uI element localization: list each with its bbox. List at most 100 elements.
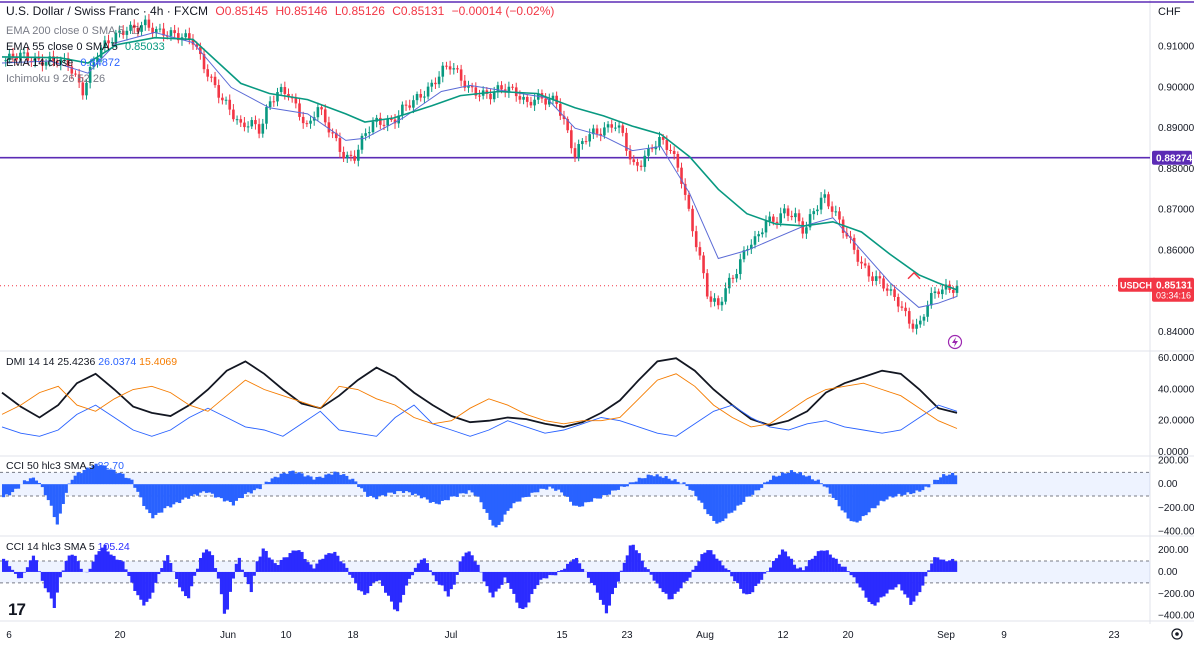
cci50-bar — [694, 484, 698, 497]
candle-body — [665, 139, 669, 150]
cci14-legend[interactable]: CCI 14 hlc3 SMA 5 105.24 — [6, 541, 130, 553]
candle-body — [867, 265, 871, 277]
cci50-bar — [801, 475, 805, 485]
cci14-bar — [861, 571, 865, 591]
cci14-bar — [864, 571, 868, 598]
cci14-bar — [792, 564, 797, 572]
candle-body — [636, 162, 639, 166]
cci14-bar — [19, 571, 24, 579]
candle-body — [889, 289, 893, 291]
cci50-bar — [551, 484, 555, 489]
time-axis-tick: 6 — [6, 630, 12, 641]
dmi-legend[interactable]: DMI 14 14 25.4236 26.0374 15.4069 — [6, 356, 177, 368]
cci14-bar — [181, 571, 185, 592]
cci14-bar — [354, 571, 358, 584]
candle-body — [316, 107, 320, 118]
legend-ema200[interactable]: EMA 200 close 0 SMA 5 👁̸ — [6, 24, 143, 38]
dmi-axis-tick: 60.0000 — [1158, 353, 1194, 364]
cci50-bar — [939, 477, 943, 485]
candle-body — [900, 306, 904, 308]
cci50-bar — [733, 484, 737, 511]
cci50-bar — [542, 484, 546, 489]
cci14-bar — [437, 571, 441, 585]
legend-ichimoku[interactable]: Ichimoku 9 26 52 26 — [6, 72, 109, 86]
cci14-bar — [288, 553, 292, 572]
cci14-bar — [619, 570, 623, 572]
cci50-bar — [270, 478, 274, 485]
eye-off-icon[interactable]: 👁̸ — [131, 25, 139, 37]
cci50-bar — [219, 484, 224, 499]
cci14-axis-tick: 200.00 — [1158, 545, 1189, 556]
cci50-bar — [16, 484, 21, 489]
cci14-bar — [801, 570, 805, 572]
candle-body — [614, 127, 617, 129]
cci14-bar — [276, 565, 280, 572]
candle-body — [812, 211, 816, 215]
legend-ema55[interactable]: EMA 55 close 0 SMA 5 0.85033 — [6, 40, 169, 54]
ema55-line — [1, 36, 958, 291]
cci50-bar — [610, 484, 614, 491]
cci14-bar — [339, 561, 343, 572]
cci50-bar — [264, 481, 268, 485]
currency-label[interactable]: CHF — [1158, 5, 1181, 19]
cci14-bar — [333, 551, 337, 572]
cci50-bar — [825, 484, 829, 488]
cci50-bar — [348, 479, 352, 485]
cci50-bar — [557, 484, 561, 490]
cci50-bar — [831, 484, 835, 498]
cci50-bar — [658, 476, 662, 485]
candle-body — [768, 216, 771, 222]
cci14-bar — [852, 571, 856, 578]
cci14-bar — [679, 571, 683, 589]
ohlc-close: C0.85131 — [392, 4, 445, 18]
candle-body — [305, 123, 309, 125]
cci50-bar — [428, 484, 432, 503]
cci50-bar — [282, 472, 286, 485]
candle-body — [268, 101, 272, 108]
cci14-bar — [312, 568, 316, 572]
legend-ema14[interactable]: EMA 14 close 0.84872 — [6, 56, 124, 70]
cci50-bar — [786, 472, 791, 485]
candle-body — [764, 221, 768, 233]
cci50-bar — [527, 484, 531, 497]
candle-body — [885, 288, 889, 291]
candle-body — [705, 273, 709, 297]
candle-body — [448, 66, 452, 70]
cci14-bar — [225, 571, 230, 610]
cci50-bar — [258, 484, 262, 490]
cci14-bar — [825, 550, 829, 572]
candle-body — [595, 128, 599, 134]
cci14-bar — [267, 557, 271, 572]
candle-body — [584, 141, 588, 143]
cci14-bar — [389, 571, 394, 602]
cci50-bar — [497, 484, 501, 525]
candle-body — [404, 104, 408, 106]
cci50-bar — [61, 484, 65, 505]
cci14-bar — [264, 550, 268, 572]
candle-body — [790, 215, 794, 218]
cci14-bar — [139, 571, 143, 600]
chart-canvas[interactable]: 0.91000 0.90000 0.89000 0.88000 0.87000 0.860… — [0, 0, 1194, 647]
cci50-bar — [354, 481, 358, 485]
cci14-bar — [664, 571, 668, 594]
candle-body — [779, 213, 782, 223]
candle-body — [874, 276, 878, 281]
cci14-axis-tick: −400.00 — [1158, 611, 1194, 622]
candle-body — [323, 109, 327, 123]
cci50-bar — [58, 484, 62, 514]
cci50-title: CCI 50 hlc3 SMA 5 — [6, 460, 95, 472]
cci14-bar — [631, 544, 635, 572]
cci14-bar — [76, 561, 80, 572]
tradingview-logo[interactable]: 17 — [8, 600, 26, 620]
cci50-legend[interactable]: CCI 50 hlc3 SMA 5 82.70 — [6, 460, 124, 472]
cci50-bar — [909, 484, 913, 495]
cci14-bar — [530, 571, 534, 595]
cci14-bar — [25, 567, 30, 572]
cci50-bar — [768, 479, 773, 485]
candle-body — [445, 65, 448, 67]
legend-symbol[interactable]: U.S. Dollar / Swiss Franc · 4h · FXCM O0… — [6, 4, 558, 18]
candle-body — [772, 216, 775, 222]
cci14-bar — [7, 566, 12, 572]
cci14-bar — [381, 571, 385, 586]
cci14-bar — [112, 555, 116, 572]
